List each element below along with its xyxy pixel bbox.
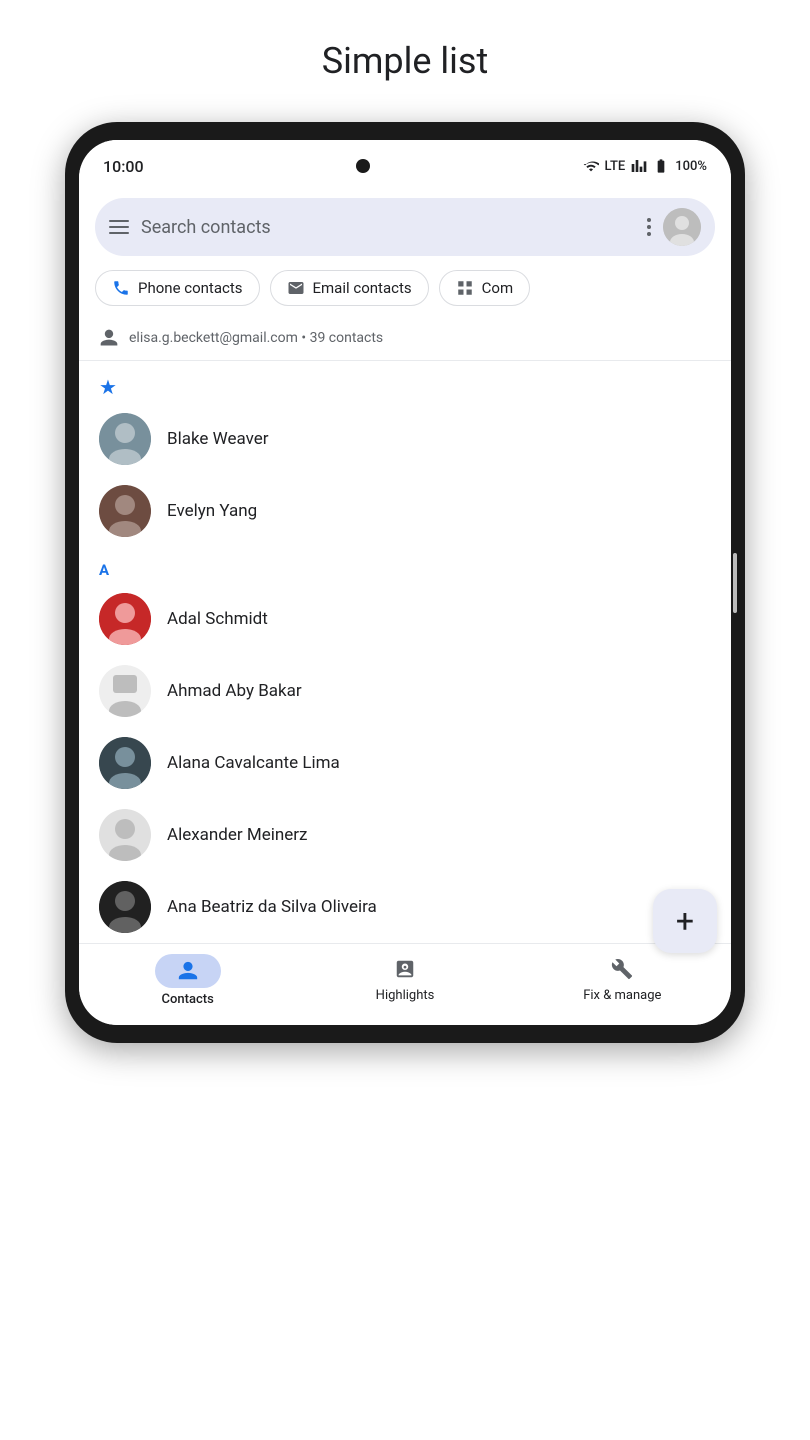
search-placeholder: Search contacts: [141, 217, 635, 238]
avatar-adal: [99, 593, 151, 645]
user-avatar[interactable]: [663, 208, 701, 246]
contact-avatar-ahmad: [99, 665, 151, 717]
bottom-nav: Contacts Highlights Fix & manage: [79, 943, 731, 1025]
account-icon: [99, 328, 119, 348]
search-bar[interactable]: Search contacts: [95, 198, 715, 256]
scroll-indicator: [733, 553, 737, 613]
status-time: 10:00: [103, 157, 144, 176]
fix-manage-nav-icon: [611, 958, 633, 984]
contact-avatar-adal: [99, 593, 151, 645]
avatar-ahmad: [99, 665, 151, 717]
chip-phone-contacts[interactable]: Phone contacts: [95, 270, 260, 306]
avatar-alana: [99, 737, 151, 789]
account-email-text: elisa.g.beckett@gmail.com: [129, 330, 298, 346]
account-row: elisa.g.beckett@gmail.com • 39 contacts: [79, 320, 731, 361]
contact-row[interactable]: Alana Cavalcante Lima: [79, 727, 731, 799]
section-a: A: [79, 547, 731, 583]
wifi-icon: [583, 158, 599, 174]
chip-com[interactable]: Com: [439, 270, 530, 306]
avatar-blake: [99, 413, 151, 465]
nav-fix-manage-label: Fix & manage: [583, 988, 661, 1003]
contact-row[interactable]: Evelyn Yang: [79, 475, 731, 547]
avatar-evelyn: [99, 485, 151, 537]
contact-row[interactable]: Adal Schmidt: [79, 583, 731, 655]
contact-name-ana: Ana Beatriz da Silva Oliveira: [167, 897, 377, 917]
contacts-nav-icon-bg: [155, 954, 221, 988]
fix-manage-icon: [611, 958, 633, 980]
filter-chips: Phone contacts Email contacts Com: [79, 270, 731, 320]
contact-name-alexander: Alexander Meinerz: [167, 825, 307, 845]
account-count: 39 contacts: [310, 330, 384, 346]
phone-screen: 10:00 LTE 100% Search contac: [79, 140, 731, 1025]
status-bar: 10:00 LTE 100%: [79, 140, 731, 188]
contact-avatar-blake: [99, 413, 151, 465]
contact-name-alana: Alana Cavalcante Lima: [167, 753, 340, 773]
section-a-letter: A: [99, 561, 127, 579]
nav-contacts[interactable]: Contacts: [79, 954, 296, 1007]
contact-avatar-alexander: [99, 809, 151, 861]
highlights-icon: [394, 958, 416, 980]
contact-avatar-ana: [99, 881, 151, 933]
nav-highlights[interactable]: Highlights: [296, 958, 513, 1003]
camera-dot: [356, 159, 370, 173]
grid-chip-icon: [456, 279, 474, 297]
contact-row[interactable]: Alexander Meinerz: [79, 799, 731, 871]
contact-row[interactable]: Blake Weaver: [79, 403, 731, 475]
avatar-alexander: [99, 809, 151, 861]
avatar-image: [663, 208, 701, 246]
avatar-ana: [99, 881, 151, 933]
more-options-icon[interactable]: [647, 218, 651, 236]
chip-email-contacts[interactable]: Email contacts: [270, 270, 429, 306]
contact-avatar-evelyn: [99, 485, 151, 537]
signal-icon: [631, 158, 647, 174]
contact-row[interactable]: Ahmad Aby Bakar: [79, 655, 731, 727]
highlights-nav-icon: [394, 958, 416, 984]
contact-avatar-alana: [99, 737, 151, 789]
account-email: elisa.g.beckett@gmail.com • 39 contacts: [129, 330, 383, 346]
phone-chip-icon: [112, 279, 130, 297]
contact-row[interactable]: Ana Beatriz da Silva Oliveira: [79, 871, 731, 943]
star-section-icon: ★: [99, 375, 117, 399]
status-icons: LTE 100%: [583, 158, 707, 174]
chip-email-label: Email contacts: [313, 279, 412, 297]
chip-phone-label: Phone contacts: [138, 279, 243, 297]
contact-name-evelyn: Evelyn Yang: [167, 501, 257, 521]
nav-contacts-label: Contacts: [162, 992, 214, 1007]
section-star: ★: [79, 361, 731, 403]
menu-icon[interactable]: [109, 220, 129, 234]
contacts-list: ★ Blake Weaver: [79, 361, 731, 943]
fab-plus-icon: +: [676, 905, 694, 937]
battery-label: 100%: [675, 159, 707, 174]
add-contact-fab[interactable]: +: [653, 889, 717, 953]
phone-frame: 10:00 LTE 100% Search contac: [65, 122, 745, 1043]
contacts-nav-icon: [177, 960, 199, 982]
chip-com-label: Com: [482, 279, 513, 297]
page-wrapper: Simple list 10:00 LTE 100%: [0, 0, 810, 1440]
nav-fix-manage[interactable]: Fix & manage: [514, 958, 731, 1003]
contact-name-blake: Blake Weaver: [167, 429, 269, 449]
battery-icon: [653, 158, 669, 174]
email-chip-icon: [287, 279, 305, 297]
contact-name-adal: Adal Schmidt: [167, 609, 268, 629]
account-separator: •: [301, 330, 309, 346]
contact-name-ahmad: Ahmad Aby Bakar: [167, 681, 302, 701]
page-title: Simple list: [322, 40, 489, 82]
lte-label: LTE: [605, 159, 626, 174]
nav-highlights-label: Highlights: [376, 988, 435, 1003]
